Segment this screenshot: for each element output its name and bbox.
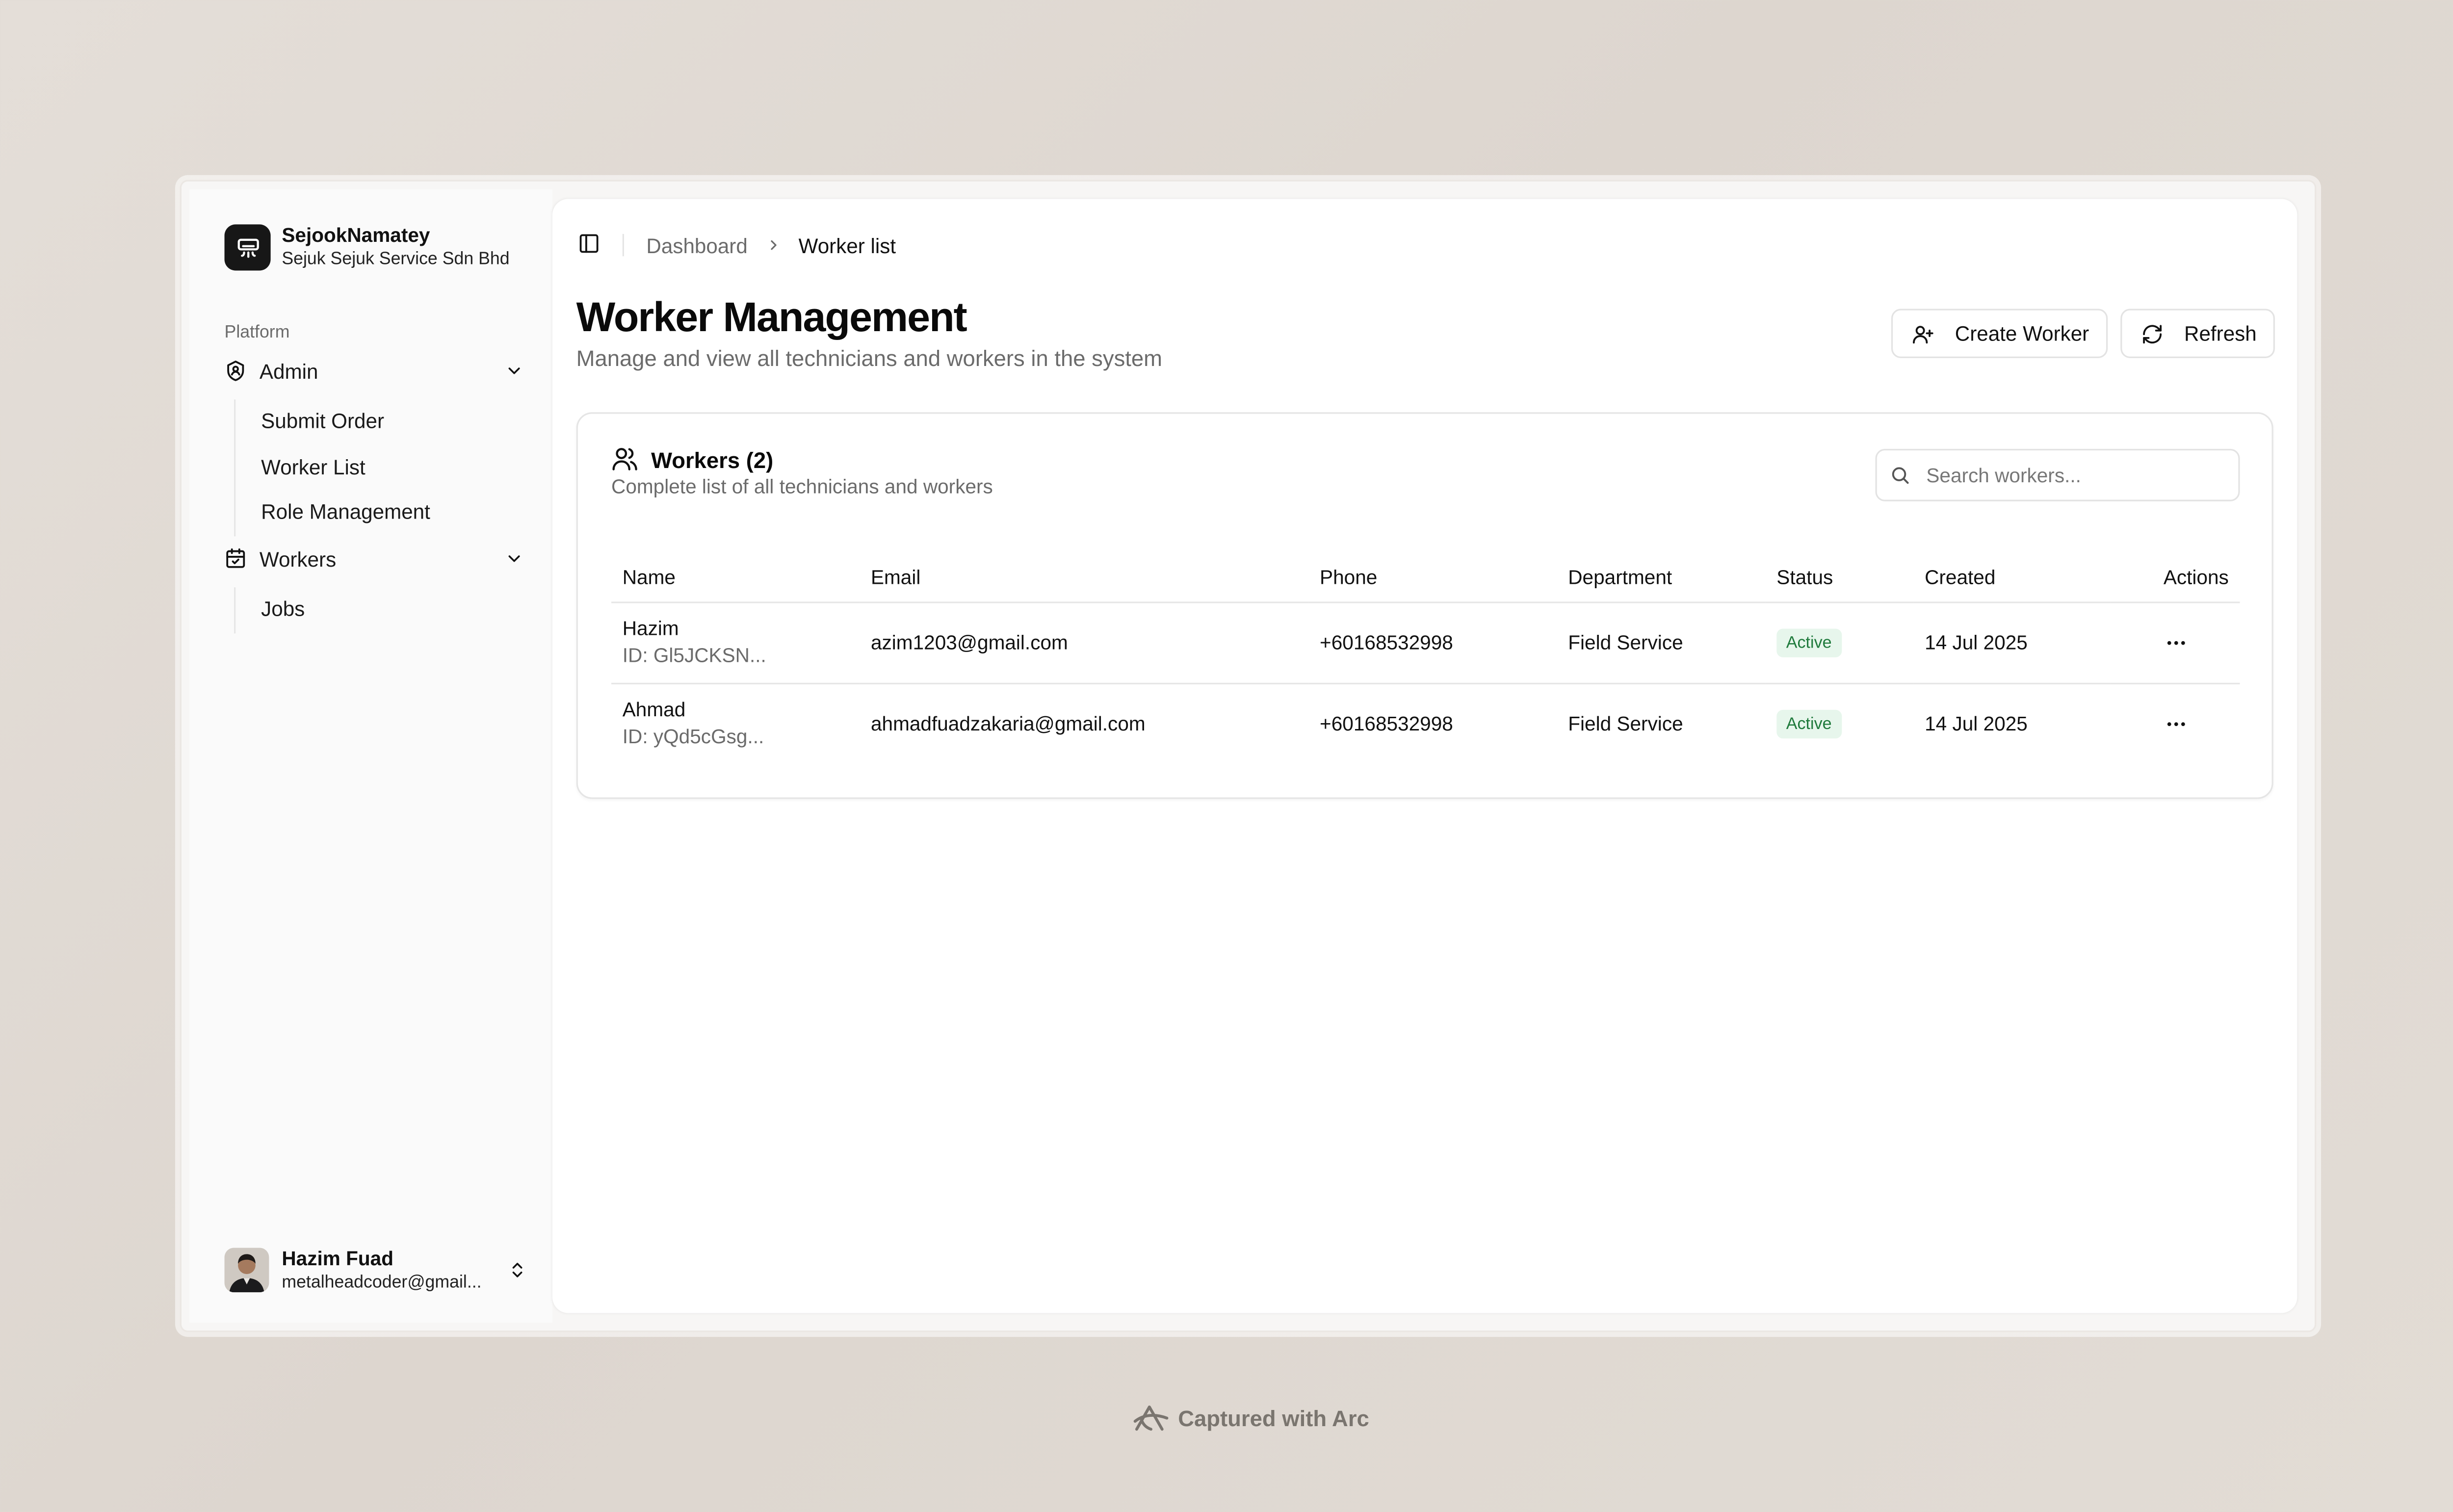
sidebar-item-workers[interactable]: Workers <box>225 541 524 576</box>
more-actions-icon[interactable] <box>2163 711 2188 737</box>
sidebar-item-jobs[interactable]: Jobs <box>235 587 305 632</box>
chevron-down-icon <box>505 361 524 380</box>
chevron-right-icon <box>765 237 781 253</box>
card-title: Workers (2) <box>651 446 774 472</box>
breadcrumb: Dashboard Worker list <box>646 233 896 257</box>
worker-email: ahmadfuadzakaria@gmail.com <box>870 713 1146 735</box>
brand-switcher[interactable]: SejookNamatey Sejuk Sejuk Service Sdn Bh… <box>224 224 510 271</box>
chevron-down-icon <box>505 549 524 568</box>
page-title: Worker Management <box>576 292 967 341</box>
brand-subtitle: Sejuk Sejuk Service Sdn Bhd <box>282 250 510 269</box>
refresh-button[interactable]: Refresh <box>2120 309 2275 358</box>
calendar-check-icon <box>225 547 247 570</box>
arc-logo-icon <box>1132 1402 1170 1434</box>
card-subtitle: Complete list of all technicians and wor… <box>611 476 993 498</box>
chevrons-up-down-icon <box>508 1259 527 1281</box>
worker-department: Field Service <box>1568 713 1683 735</box>
app-window: SejookNamatey Sejuk Sejuk Service Sdn Bh… <box>180 180 2317 1332</box>
worker-phone: +60168532998 <box>1320 713 1453 735</box>
users-icon <box>611 445 638 472</box>
avatar <box>224 1248 269 1293</box>
refresh-label: Refresh <box>2184 321 2257 345</box>
arc-capture-watermark: Captured with Arc <box>1132 1402 1369 1434</box>
worker-id: ID: yQd5cGsg... <box>622 726 764 748</box>
column-header-email: Email <box>860 553 1309 603</box>
search-input[interactable] <box>1923 462 2216 488</box>
create-worker-button[interactable]: Create Worker <box>1891 309 2108 358</box>
column-header-department: Department <box>1557 553 1766 603</box>
user-email: metalheadcoder@gmail... <box>282 1272 482 1292</box>
worker-name: Hazim <box>622 617 679 640</box>
main-panel: Dashboard Worker list Worker Management … <box>552 199 2297 1313</box>
capture-text: Captured with Arc <box>1178 1405 1369 1431</box>
worker-id: ID: Gl5JCKSN... <box>622 644 766 667</box>
workers-card: Workers (2) Complete list of all technic… <box>576 412 2273 799</box>
air-conditioner-icon <box>224 224 271 271</box>
worker-created: 14 Jul 2025 <box>1913 602 2111 685</box>
breadcrumb-dashboard[interactable]: Dashboard <box>646 233 747 257</box>
worker-department: Field Service <box>1557 602 1766 685</box>
sidebar: SejookNamatey Sejuk Sejuk Service Sdn Bh… <box>189 189 552 1323</box>
create-worker-label: Create Worker <box>1955 321 2089 345</box>
shield-user-icon <box>225 360 247 382</box>
brand-name: SejookNamatey <box>282 224 430 247</box>
search-box[interactable] <box>1875 448 2240 501</box>
sidebar-item-label: Workers <box>259 547 337 571</box>
refresh-icon <box>2141 322 2163 344</box>
sidebar-item-submit-order[interactable]: Submit Order <box>235 399 430 444</box>
status-badge: Active <box>1776 628 1842 657</box>
breadcrumb-current: Worker list <box>798 233 896 257</box>
user-menu[interactable]: Hazim Fuad metalheadcoder@gmail... <box>224 1245 527 1296</box>
sidebar-item-admin[interactable]: Admin <box>225 353 524 388</box>
search-icon <box>1890 465 1910 485</box>
worker-phone: +60168532998 <box>1308 602 1557 685</box>
divider <box>622 234 625 257</box>
column-header-name: Name <box>611 553 860 603</box>
worker-email: azim1203@gmail.com <box>860 602 1309 685</box>
column-header-created: Created <box>1913 553 2111 603</box>
column-header-phone: Phone <box>1308 553 1557 603</box>
sidebar-item-label: Admin <box>259 359 318 383</box>
table-row[interactable]: Hazim ID: Gl5JCKSN... azim1203@gmail.com… <box>611 602 2240 685</box>
more-actions-icon[interactable] <box>2163 630 2188 656</box>
topbar: Dashboard Worker list <box>578 231 896 259</box>
sidebar-group-label: Platform <box>224 323 290 342</box>
workers-table: Name Email Phone Department Status Creat… <box>611 553 2240 764</box>
user-name: Hazim Fuad <box>282 1247 393 1270</box>
admin-submenu: Submit Order Worker List Role Management <box>234 399 430 536</box>
sidebar-item-worker-list[interactable]: Worker List <box>235 445 430 490</box>
sidebar-toggle-icon[interactable] <box>578 233 603 258</box>
table-header-row: Name Email Phone Department Status Creat… <box>611 553 2240 603</box>
column-header-actions: Actions <box>2111 553 2240 603</box>
page-subtitle: Manage and view all technicians and work… <box>576 345 1163 371</box>
column-header-status: Status <box>1765 553 1914 603</box>
worker-name: Ahmad <box>622 699 686 721</box>
sidebar-item-role-management[interactable]: Role Management <box>235 490 430 535</box>
worker-created: 14 Jul 2025 <box>1925 713 2028 735</box>
workers-submenu: Jobs <box>234 587 305 633</box>
table-row[interactable]: Ahmad ID: yQd5cGsg... ahmadfuadzakaria@g… <box>611 683 2240 764</box>
status-badge: Active <box>1776 709 1842 739</box>
user-plus-icon <box>1912 322 1934 344</box>
